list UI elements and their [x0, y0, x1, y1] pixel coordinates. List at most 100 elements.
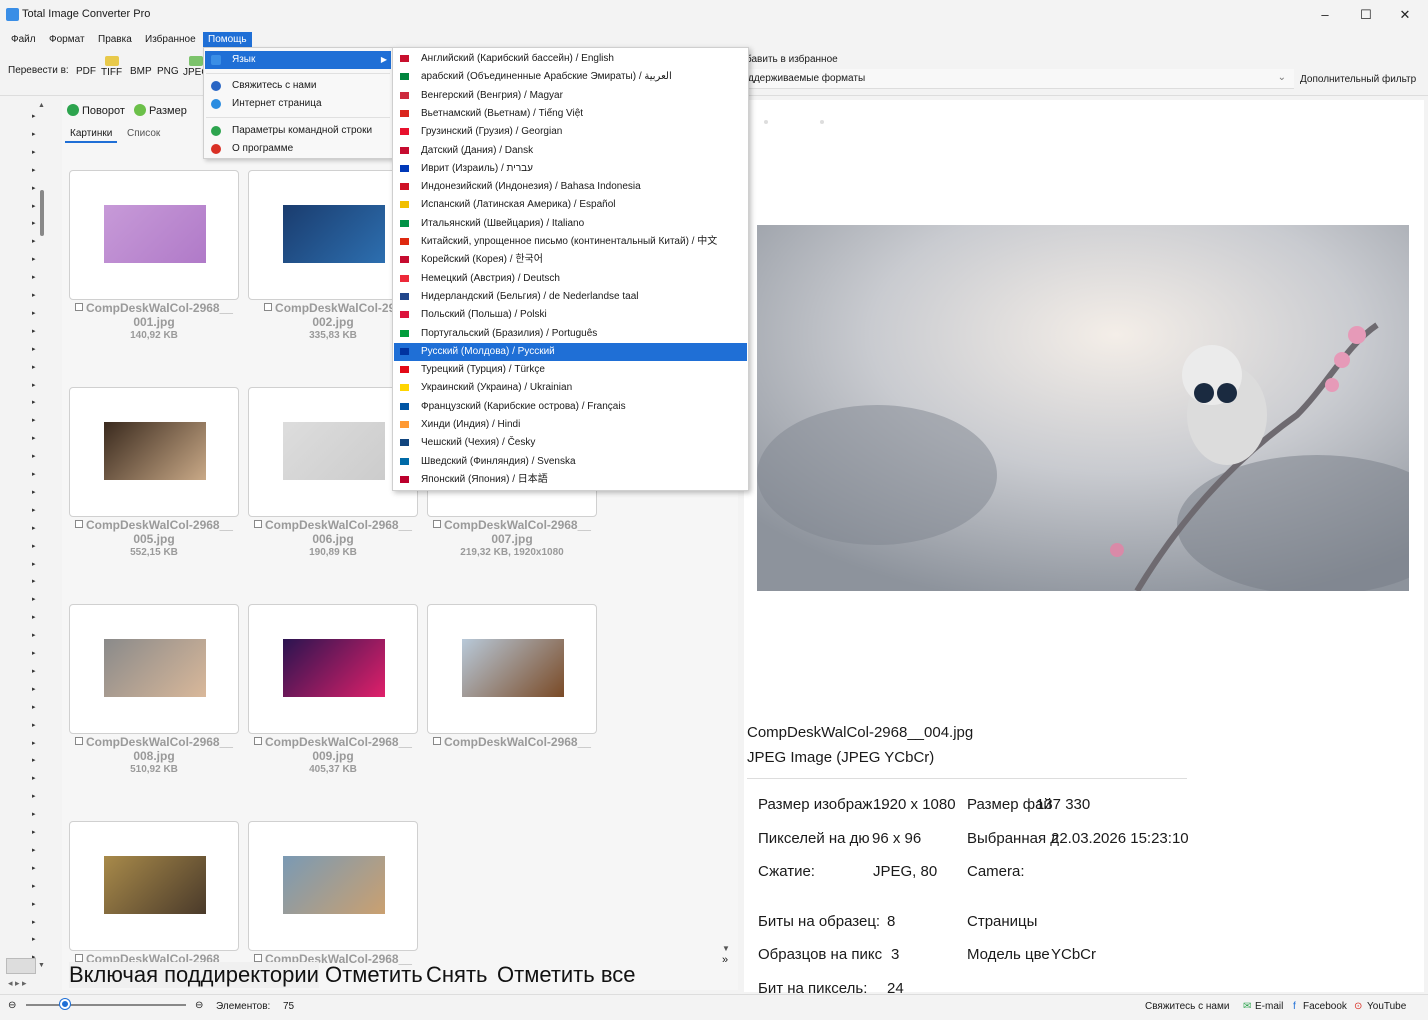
rotate-button[interactable]: Поворот: [67, 104, 125, 117]
tree-expand-icon[interactable]: ▸: [32, 381, 36, 389]
contact-link[interactable]: Свяжитесь с нами: [1145, 1001, 1229, 1012]
folder-tree[interactable]: ▸ ▸ ▸ ▸ ▸ ▸ ▸ ▸ ▸ ▸ ▸ ▸ ▸ ▸ ▸ ▸ ▸ ▸ ▸ ▸ ▸ ▸ ▸ ▸ ▸ ▸ ▸ ▸ ▸ ▸ ▸ ▸ ▸ ▸ ▸ ▸ ▸ ▸ ▸ ▸…: [0, 100, 44, 961]
tree-expand-icon[interactable]: ▸: [32, 918, 36, 926]
mark-all-button[interactable]: Отметить все: [497, 962, 636, 988]
menu-favorites[interactable]: Избранное: [140, 32, 201, 48]
language-item[interactable]: Венгерский (Венгрия) / Magyar: [394, 87, 747, 105]
thumbnail-checkbox[interactable]: [433, 737, 442, 745]
tree-expand-icon[interactable]: ▸: [32, 219, 36, 227]
tree-expand-icon[interactable]: ▸: [32, 452, 36, 460]
tree-expand-icon[interactable]: ▸: [32, 649, 36, 657]
thumbnail-checkbox[interactable]: [75, 737, 84, 745]
include-subdirs-checkbox[interactable]: Включая поддиректории: [69, 962, 319, 988]
tree-expand-icon[interactable]: ▸: [32, 828, 36, 836]
add-to-favorites-link[interactable]: бавить в избранное: [746, 54, 838, 65]
tree-expand-icon[interactable]: ▸: [32, 166, 36, 174]
thumbnail-caption[interactable]: CompDeskWalCol-2968__ 005.jpg: [64, 518, 244, 546]
language-item[interactable]: Немецкий (Австрия) / Deutsch: [394, 270, 747, 288]
language-item[interactable]: Корейский (Корея) / 한국어: [394, 251, 747, 269]
scroll-down-icon[interactable]: ▼: [722, 944, 730, 953]
tree-expand-icon[interactable]: ▸: [32, 184, 36, 192]
tree-scrollbar-thumb[interactable]: [40, 190, 44, 236]
tree-expand-icon[interactable]: ▸: [32, 255, 36, 263]
tree-expand-icon[interactable]: ▸: [32, 613, 36, 621]
thumbnail-caption[interactable]: CompDeskWalCol-2968__ 007.jpg: [422, 518, 602, 546]
facebook-link[interactable]: Facebook: [1303, 1001, 1347, 1012]
tree-expand-icon[interactable]: ▸: [32, 577, 36, 585]
language-item[interactable]: Турецкий (Турция) / Türkçe: [394, 361, 747, 379]
help-item-language[interactable]: Язык ▶: [205, 51, 391, 69]
minimize-button[interactable]: –: [1302, 0, 1348, 30]
tree-expand-icon[interactable]: ▸: [32, 542, 36, 550]
scroll-down-icon[interactable]: ▼: [38, 962, 46, 972]
email-link[interactable]: E-mail: [1255, 1001, 1283, 1012]
tree-expand-icon[interactable]: ▸: [32, 900, 36, 908]
tree-expand-icon[interactable]: ▸: [32, 631, 36, 639]
tree-expand-icon[interactable]: ▸: [32, 327, 36, 335]
language-item[interactable]: Русский (Молдова) / Русский: [394, 342, 747, 361]
thumbnail-caption[interactable]: CompDeskWalCol-2968__ 009.jpg: [243, 735, 423, 763]
thumbnail-checkbox[interactable]: [254, 737, 263, 745]
convert-bmp-button[interactable]: BMP: [130, 66, 152, 77]
zoom-slider-handle[interactable]: [60, 999, 70, 1009]
tab-pictures[interactable]: Картинки: [65, 126, 118, 143]
tree-expand-icon[interactable]: ▸: [32, 398, 36, 406]
thumbnail-card[interactable]: [69, 821, 239, 951]
tree-expand-icon[interactable]: ▸: [32, 595, 36, 603]
tree-expand-icon[interactable]: ▸: [32, 130, 36, 138]
tree-expand-icon[interactable]: ▸: [32, 792, 36, 800]
language-item[interactable]: Грузинский (Грузия) / Georgian: [394, 123, 747, 141]
zoom-out-icon[interactable]: ⊖: [8, 1000, 16, 1011]
youtube-link[interactable]: YouTube: [1367, 1001, 1406, 1012]
tree-nav-arrows[interactable]: ◂ ▸ ▸: [8, 978, 27, 989]
language-item[interactable]: Испанский (Латинская Америка) / Español: [394, 196, 747, 214]
tab-list[interactable]: Список: [122, 126, 165, 141]
tree-expand-icon[interactable]: ▸: [32, 488, 36, 496]
menu-format[interactable]: Формат: [44, 32, 90, 48]
thumbnail-checkbox[interactable]: [254, 520, 263, 528]
zoom-in-icon[interactable]: ⊖: [195, 1000, 203, 1011]
language-item[interactable]: Японский (Япония) / 日本語: [394, 471, 747, 489]
unmark-button[interactable]: Снять: [426, 962, 488, 988]
file-filter-combo[interactable]: ддерживаемые форматы ⌄: [744, 69, 1294, 89]
tree-expand-icon[interactable]: ▸: [32, 882, 36, 890]
zoom-slider-track[interactable]: [26, 1004, 186, 1006]
thumbnail-card[interactable]: [248, 604, 418, 734]
thumbnail-checkbox[interactable]: [75, 954, 84, 962]
language-item[interactable]: Нидерландский (Бельгия) / de Nederlandse…: [394, 288, 747, 306]
tree-expand-icon[interactable]: ▸: [32, 560, 36, 568]
tree-expand-icon[interactable]: ▸: [32, 291, 36, 299]
language-item[interactable]: Вьетнамский (Вьетнам) / Tiếng Việt: [394, 105, 747, 123]
tree-expand-icon[interactable]: ▸: [32, 667, 36, 675]
thumbnail-checkbox[interactable]: [433, 520, 442, 528]
tree-expand-icon[interactable]: ▸: [32, 685, 36, 693]
tree-expand-icon[interactable]: ▸: [32, 810, 36, 818]
tree-expand-icon[interactable]: ▸: [32, 470, 36, 478]
language-item[interactable]: Датский (Дания) / Dansk: [394, 142, 747, 160]
language-item[interactable]: Украинский (Украина) / Ukrainian: [394, 379, 747, 397]
tree-expand-icon[interactable]: ▸: [32, 846, 36, 854]
thumbnail-caption[interactable]: CompDeskWalCol-2968__: [422, 735, 602, 749]
resize-button[interactable]: Размер: [134, 104, 187, 117]
language-item[interactable]: Хинди (Индия) / Hindi: [394, 416, 747, 434]
tree-expand-icon[interactable]: ▸: [32, 935, 36, 943]
close-button[interactable]: ✕: [1382, 0, 1428, 30]
tree-expand-icon[interactable]: ▸: [32, 864, 36, 872]
tree-expand-icon[interactable]: ▸: [32, 345, 36, 353]
thumbnail-checkbox[interactable]: [264, 303, 273, 311]
tree-expand-icon[interactable]: ▸: [32, 273, 36, 281]
menu-edit[interactable]: Правка: [93, 32, 137, 48]
menu-help[interactable]: Помощь: [203, 32, 252, 48]
convert-png-button[interactable]: PNG: [157, 66, 179, 77]
language-item[interactable]: Итальянский (Швейцария) / Italiano: [394, 215, 747, 233]
language-item[interactable]: арабский (Объединенные Арабские Эмираты)…: [394, 68, 747, 86]
help-item-contact[interactable]: Свяжитесь с нами: [205, 77, 391, 95]
language-item[interactable]: Индонезийский (Индонезия) / Bahasa Indon…: [394, 178, 747, 196]
tree-hscroll[interactable]: [6, 958, 36, 974]
tree-expand-icon[interactable]: ▸: [32, 524, 36, 532]
tree-expand-icon[interactable]: ▸: [32, 774, 36, 782]
tree-expand-icon[interactable]: ▸: [32, 148, 36, 156]
thumbnail-card[interactable]: [69, 387, 239, 517]
tree-expand-icon[interactable]: ▸: [32, 721, 36, 729]
tree-expand-icon[interactable]: ▸: [32, 237, 36, 245]
